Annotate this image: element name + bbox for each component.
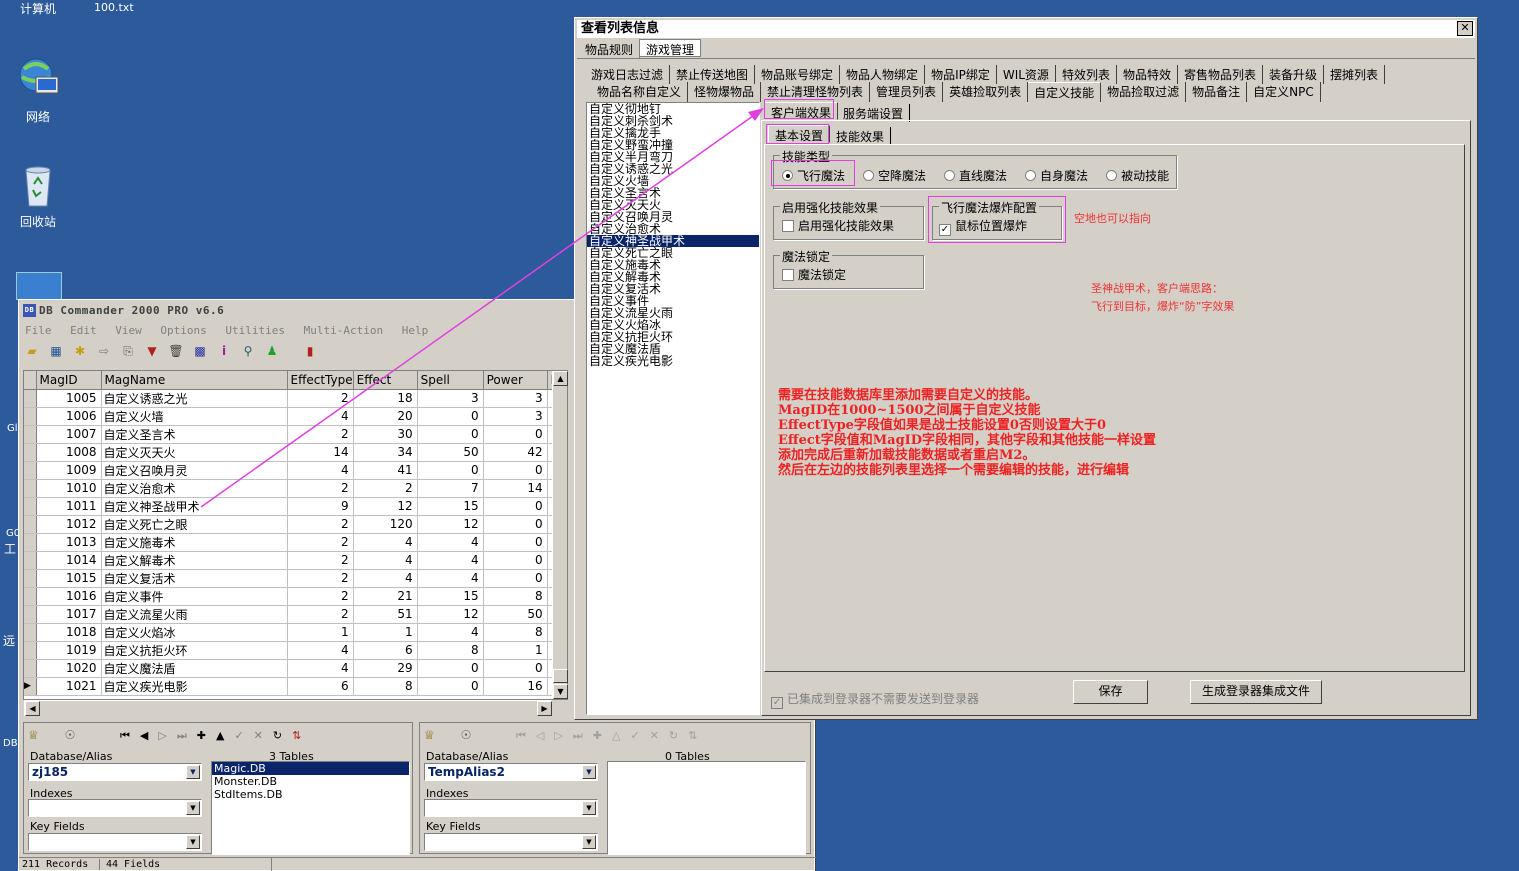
note-line: Effect字段值和MagID字段相同，其他字段和其他技能一样设置: [778, 433, 1157, 448]
note-line: EffectType字段值如果是战士技能设置0否则设置大于0: [778, 418, 1107, 433]
note-line: 需要在技能数据库里添加需要自定义的技能。: [778, 388, 1039, 403]
note-empty-ground: 空地也可以指向: [1074, 212, 1151, 225]
note-line: MagID在1000~1500之间属于自定义技能: [778, 403, 1041, 418]
arrowhead-icon: [748, 108, 764, 121]
annotation-arrow-layer: [200, 108, 764, 508]
annotation-arrow-icon: [200, 110, 761, 508]
instruction-notes: 需要在技能数据库里添加需要自定义的技能。 MagID在1000~1500之间属于…: [778, 388, 1156, 478]
note-idea-line1: 圣神战甲术，客户端思路：: [1091, 282, 1223, 295]
note-line: 添加完成后重新加载技能数据或者重启M2。: [778, 448, 1036, 463]
note-idea-line2: 飞行到目标，爆炸“防”字效果: [1091, 300, 1235, 313]
note-line: 然后在左边的技能列表里选择一个需要编辑的技能，进行编辑: [778, 463, 1130, 478]
